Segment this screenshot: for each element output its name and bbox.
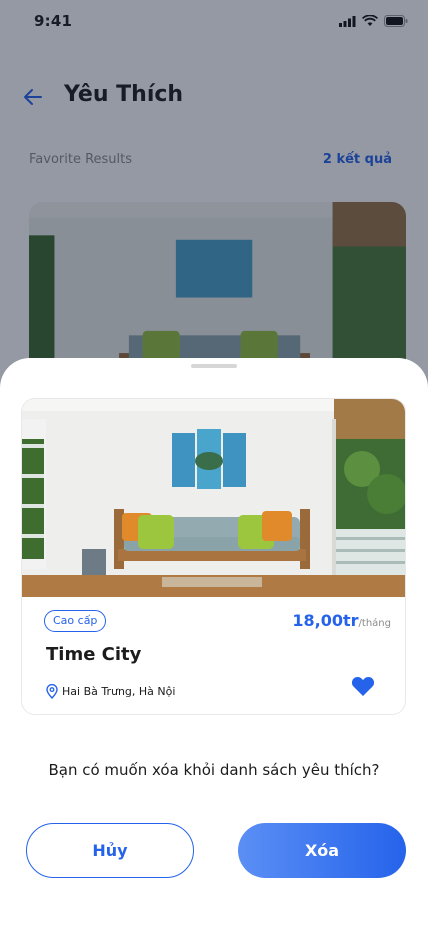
heart-icon[interactable]	[351, 675, 375, 697]
category-badge: Cao cấp	[44, 610, 107, 632]
favorites-screen: 9:41 Yêu Thích Favorite Results 2 kết qu…	[0, 0, 428, 926]
price-value: 18,00tr	[292, 611, 359, 630]
listing-title: Time City	[46, 644, 142, 665]
bottom-sheet: Cao cấp 18,00tr/tháng Time City Hai Bà T…	[0, 358, 428, 926]
location-text: Hai Bà Trưng, Hà Nội	[62, 685, 176, 698]
location: Hai Bà Trưng, Hà Nội	[46, 684, 175, 699]
delete-button[interactable]: Xóa	[238, 823, 406, 878]
sheet-handle[interactable]	[191, 364, 237, 368]
location-pin-icon	[46, 684, 58, 699]
listing-card[interactable]: Cao cấp 18,00tr/tháng Time City Hai Bà T…	[21, 398, 406, 715]
confirm-question: Bạn có muốn xóa khỏi danh sách yêu thích…	[48, 761, 380, 779]
room-image	[22, 399, 405, 597]
price-unit: /tháng	[358, 618, 391, 629]
cancel-button[interactable]: Hủy	[26, 823, 194, 878]
price: 18,00tr/tháng	[292, 611, 391, 630]
